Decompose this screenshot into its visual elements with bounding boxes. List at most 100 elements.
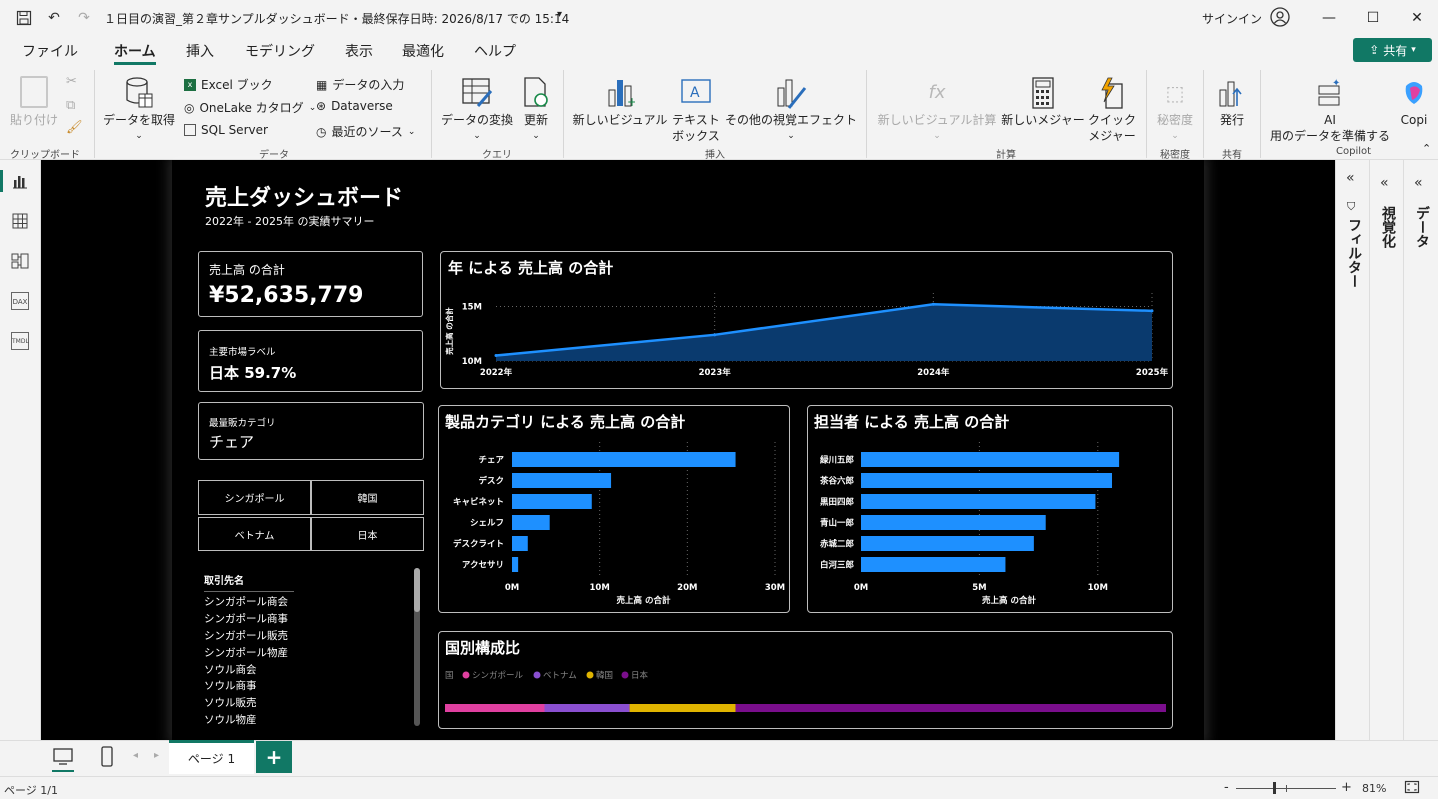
get-data-button[interactable]: データを取得 ⌄ xyxy=(100,76,178,144)
redo-icon[interactable]: ↷ xyxy=(74,8,94,28)
x-tick-label: 0M xyxy=(854,583,868,593)
expand-data-icon[interactable]: « xyxy=(1414,175,1423,191)
data-pane[interactable]: « データ xyxy=(1403,160,1437,740)
prev-page-icon[interactable]: ◂ xyxy=(133,750,138,761)
sales-by-category-chart[interactable]: 製品カテゴリ による 売上高 の合計 0M 10M 20M 30M チェア デスク キャビネ… xyxy=(438,405,790,613)
zoom-slider-thumb[interactable] xyxy=(1273,782,1276,794)
onelake-icon: ◎ xyxy=(184,100,195,115)
sql-server-button[interactable]: SQL Server xyxy=(184,123,268,137)
chevron-down-icon: ⌄ xyxy=(787,131,795,141)
sign-in-link[interactable]: サインイン xyxy=(1202,10,1262,27)
tmdl-view-icon[interactable]: TMDL xyxy=(11,332,29,350)
expand-visualizations-icon[interactable]: « xyxy=(1380,175,1389,191)
add-page-button[interactable]: + xyxy=(256,741,292,773)
onelake-button[interactable]: ◎ OneLake カタログ ⌄ xyxy=(184,99,316,116)
page-tab-1[interactable]: ページ 1 xyxy=(169,740,254,774)
share-button[interactable]: ⇪ 共有 ▾ xyxy=(1353,38,1432,62)
collapse-ribbon-icon[interactable]: ⌃ xyxy=(1422,142,1431,155)
undo-icon[interactable]: ↶ xyxy=(44,8,64,28)
card-value: チェア xyxy=(209,433,255,451)
total-sales-card[interactable]: 売上高 の合計 ¥52,635,779 xyxy=(198,251,423,317)
zoom-level: 81% xyxy=(1362,782,1387,795)
list-item[interactable]: シンガポール販売 xyxy=(204,628,288,643)
ai-label-1: AI xyxy=(1324,113,1336,127)
recent-sources-button[interactable]: ◷ 最近のソース ⌄ xyxy=(316,123,415,140)
paste-button[interactable]: 貼り付け xyxy=(8,76,60,128)
main-market-card[interactable]: 主要市場ラベル 日本 59.7% xyxy=(198,330,423,392)
sales-by-year-chart[interactable]: 年 による 売上高 の合計 10M 15M 2022年 2023年 2024年 2025年… xyxy=(440,251,1173,389)
menu-help[interactable]: ヘルプ xyxy=(474,41,516,61)
list-item[interactable]: シンガポール商事 xyxy=(204,611,288,626)
next-page-icon[interactable]: ▸ xyxy=(154,750,159,761)
list-item[interactable]: ソウル商会 xyxy=(204,662,257,677)
transform-data-button[interactable]: データの変換 ⌄ xyxy=(438,76,516,144)
user-icon[interactable] xyxy=(1270,7,1290,30)
list-item[interactable]: ソウル物産 xyxy=(204,712,257,727)
category-label: 白河三郎 xyxy=(820,560,855,571)
bar xyxy=(861,473,1113,488)
country-button-korea[interactable]: 韓国 xyxy=(311,480,424,515)
sensitivity-button[interactable]: ⬚ 秘密度 ⌄ xyxy=(1152,76,1198,144)
copilot-button[interactable]: Copi xyxy=(1394,76,1434,128)
ribbon-separator xyxy=(1146,70,1147,158)
excel-button[interactable]: x Excel ブック xyxy=(184,76,273,93)
zoom-in-button[interactable]: + xyxy=(1341,780,1352,795)
prepare-ai-data-button[interactable]: ✦ AI 用のデータを準備する xyxy=(1266,76,1394,144)
report-view-icon[interactable] xyxy=(11,172,29,190)
top-category-card[interactable]: 最量販カテゴリ チェア xyxy=(198,402,424,460)
x-tick-label: 2023年 xyxy=(699,367,732,378)
menu-view[interactable]: 表示 xyxy=(345,41,373,61)
sensitivity-group-label: 秘密度 xyxy=(1160,150,1190,161)
quick-measure-button[interactable]: クイック メジャー xyxy=(1086,76,1138,144)
zoom-out-button[interactable]: - xyxy=(1224,780,1229,795)
menu-insert[interactable]: 挿入 xyxy=(186,41,214,61)
maximize-icon[interactable]: ☐ xyxy=(1350,0,1396,36)
legend-marker xyxy=(533,671,541,679)
visualizations-pane[interactable]: « 視覚化 xyxy=(1369,160,1403,740)
country-button-vietnam[interactable]: ベトナム xyxy=(198,517,311,551)
x-tick-label: 5M xyxy=(972,583,986,593)
desktop-layout-icon[interactable] xyxy=(52,747,74,771)
category-label: チェア xyxy=(478,456,504,466)
list-item[interactable]: ソウル販売 xyxy=(204,695,257,710)
list-scrollbar-thumb[interactable] xyxy=(414,568,420,612)
line-chart-svg: 10M 15M 2022年 2023年 2024年 2025年 売上高 の合計 xyxy=(444,293,1169,378)
textbox-button[interactable]: A テキスト ボックス xyxy=(670,76,722,144)
close-icon[interactable]: ✕ xyxy=(1394,0,1438,36)
mobile-layout-icon[interactable] xyxy=(100,746,114,772)
save-icon[interactable] xyxy=(14,8,34,28)
new-visual-button[interactable]: + 新しいビジュアル xyxy=(570,76,670,128)
enter-data-button[interactable]: ▦ データの入力 xyxy=(316,76,404,93)
cut-icon[interactable]: ✂ xyxy=(66,74,77,89)
refresh-button[interactable]: 更新 ⌄ xyxy=(518,76,554,144)
copy-icon[interactable]: ⧉ xyxy=(66,98,75,113)
menu-modeling[interactable]: モデリング xyxy=(245,41,315,61)
more-visuals-button[interactable]: その他の視覚エフェクト ⌄ xyxy=(724,76,858,144)
list-item[interactable]: ソウル商事 xyxy=(204,678,257,693)
menu-home[interactable]: ホーム xyxy=(114,41,156,61)
new-measure-button[interactable]: 新しいメジャー xyxy=(1000,76,1086,128)
expand-filters-icon[interactable]: « xyxy=(1346,170,1355,186)
format-painter-icon[interactable]: 🖌 xyxy=(66,120,83,135)
country-composition-chart[interactable]: 国別構成比 国シンガポール ベトナム 韓国 日本 xyxy=(438,631,1173,729)
title-dropdown-icon[interactable]: ▾ xyxy=(557,9,562,20)
country-button-singapore[interactable]: シンガポール xyxy=(198,480,311,515)
new-visual-calc-button[interactable]: fx 新しいビジュアル計算 ⌄ xyxy=(874,76,1000,144)
fit-to-page-icon[interactable] xyxy=(1404,780,1420,797)
menu-file[interactable]: ファイル xyxy=(22,41,78,61)
table-view-icon[interactable] xyxy=(11,212,29,230)
publish-button[interactable]: 発行 xyxy=(1210,76,1254,128)
dataverse-button[interactable]: ⊛ Dataverse xyxy=(316,99,393,113)
menu-optimize[interactable]: 最適化 xyxy=(402,41,444,61)
report-title: 売上ダッシュボード xyxy=(205,186,404,211)
filters-pane[interactable]: « ⛉ フィルター xyxy=(1335,160,1369,740)
data-point xyxy=(931,302,935,306)
minimize-icon[interactable]: — xyxy=(1306,0,1352,36)
list-item[interactable]: シンガポール商会 xyxy=(204,594,288,609)
country-button-japan[interactable]: 日本 xyxy=(311,517,424,551)
sales-by-person-chart[interactable]: 担当者 による 売上高 の合計 0M 5M 10M 緑川五郎 茶谷六郎 黒田四郎 青山一郎赤… xyxy=(807,405,1173,613)
list-item[interactable]: シンガポール物産 xyxy=(204,645,288,660)
ribbon-separator xyxy=(1203,70,1204,158)
dax-query-view-icon[interactable]: DAX xyxy=(11,292,29,310)
model-view-icon[interactable] xyxy=(11,252,29,270)
